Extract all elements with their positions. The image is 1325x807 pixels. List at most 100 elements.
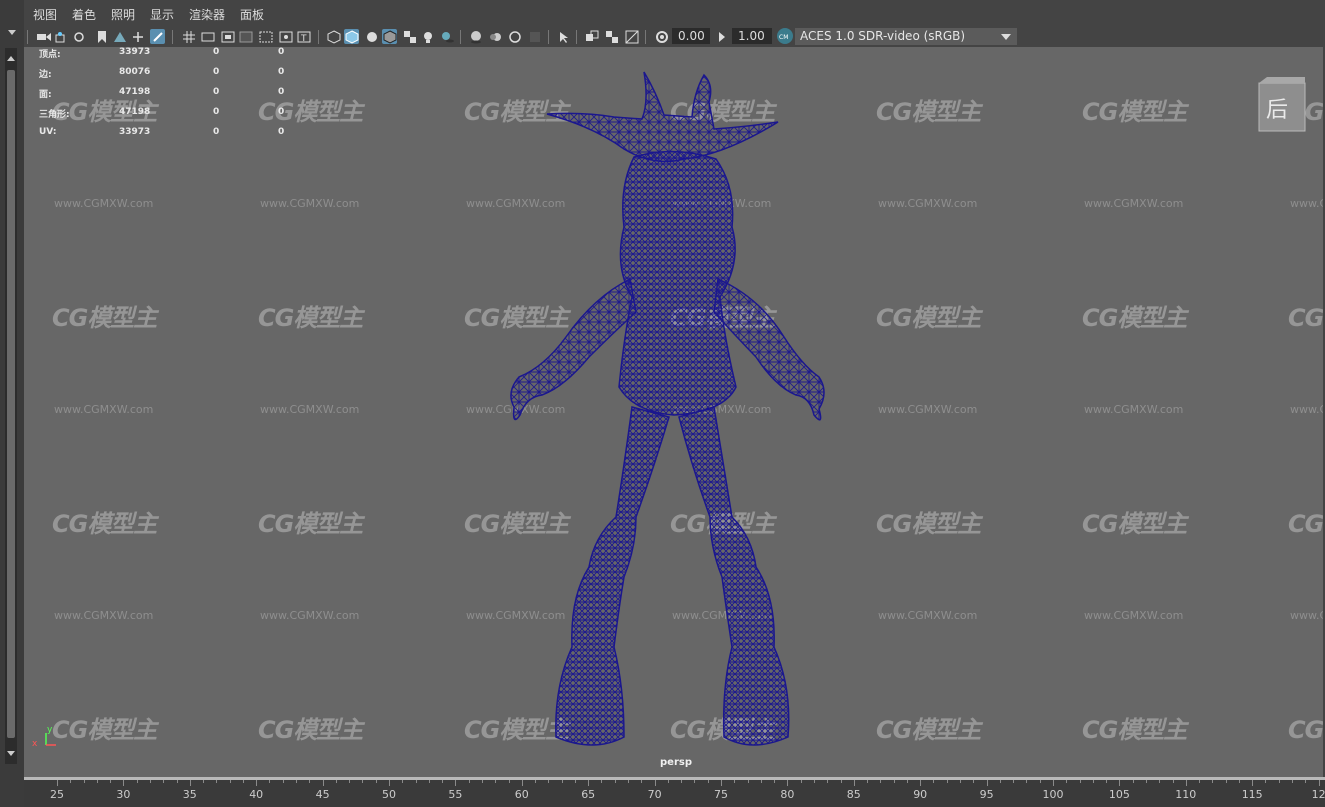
menu-panels[interactable]: 面板: [240, 6, 264, 23]
textured-icon[interactable]: [402, 29, 417, 44]
ruler-tick: [322, 780, 324, 786]
ruler-tick: [110, 780, 112, 783]
safe-action-icon[interactable]: [278, 29, 293, 44]
resolution-gate-icon[interactable]: [220, 29, 235, 44]
shaded-wireframe-icon[interactable]: [382, 29, 397, 44]
axis-x-label: x: [32, 739, 38, 749]
ruler-tick: [415, 780, 417, 783]
safe-title-icon[interactable]: T: [296, 29, 311, 44]
depth-of-field-icon[interactable]: [527, 29, 542, 44]
ruler-tick: [960, 780, 962, 783]
axis-y-label: y: [47, 725, 53, 735]
shadows-icon[interactable]: [440, 29, 455, 44]
gate-mask-icon[interactable]: [238, 29, 253, 44]
ruler-frame-number: 70: [647, 788, 662, 801]
ruler-tick: [707, 780, 709, 783]
ruler-tick: [946, 780, 948, 783]
ruler-tick: [216, 780, 218, 783]
ruler-frame-number: 45: [315, 788, 330, 801]
ruler-tick: [760, 780, 762, 783]
exposure-icon[interactable]: [654, 29, 669, 44]
ruler-tick: [548, 780, 550, 783]
xray-icon[interactable]: [584, 29, 599, 44]
ruler-tick: [973, 780, 975, 783]
toolbar-separator: [548, 30, 549, 44]
ruler-tick: [163, 780, 165, 783]
isolate-select-icon[interactable]: [556, 29, 571, 44]
motion-blur-icon[interactable]: [488, 29, 503, 44]
ruler-tick: [402, 780, 404, 783]
toolbar-separator: [460, 30, 461, 44]
perspective-viewport[interactable]: CG模型主 CG模型主 CG模型主 CG模型主 CG模型主 CG模型主 CG模型主 CG模型主…: [24, 47, 1323, 779]
color-management-icon[interactable]: CM: [777, 28, 793, 44]
menu-shading[interactable]: 着色: [72, 6, 96, 23]
color-space-dropdown[interactable]: ACES 1.0 SDR-video (sRGB): [795, 28, 1017, 45]
ruler-tick: [1159, 780, 1161, 783]
ruler-tick: [1026, 780, 1028, 783]
ruler-tick: [309, 780, 311, 783]
xray-joints-icon[interactable]: [604, 29, 619, 44]
anti-aliasing-icon[interactable]: [507, 29, 522, 44]
scrollbar-thumb[interactable]: [7, 70, 15, 738]
menu-view[interactable]: 视图: [33, 6, 57, 23]
svg-text:T: T: [300, 34, 307, 43]
smooth-shade-icon[interactable]: [344, 29, 359, 44]
ruler-tick: [70, 780, 72, 783]
wireframe-icon[interactable]: [326, 29, 341, 44]
ruler-tick: [628, 780, 630, 783]
menu-renderer[interactable]: 渲染器: [189, 6, 225, 23]
chevron-down-icon: [1001, 34, 1011, 40]
ruler-tick: [389, 780, 390, 786]
use-lights-icon[interactable]: [420, 29, 435, 44]
toolbar-separator: [318, 30, 319, 44]
time-slider-ruler[interactable]: 25 30 35 40 45 50 55 60 65 70 75 80 85 90 95 100 105 110 1…: [24, 780, 1325, 807]
field-chart-icon[interactable]: [258, 29, 273, 44]
ruler-tick: [561, 780, 563, 783]
ruler-frame-number: 95: [979, 788, 994, 801]
character-wireframe-mesh[interactable]: [24, 47, 1323, 779]
ruler-tick: [853, 780, 855, 786]
ruler-frame-number: 80: [780, 788, 795, 801]
view-cube[interactable]: 后: [1257, 77, 1307, 133]
scroll-up-arrow-icon[interactable]: [7, 56, 15, 61]
exposure-field[interactable]: 0.00: [672, 28, 710, 44]
left-scrollbar[interactable]: [5, 48, 17, 764]
grid-icon[interactable]: [181, 29, 196, 44]
ruler-tick: [906, 780, 908, 783]
screen-space-ao-icon[interactable]: [468, 29, 483, 44]
ruler-frame-number: 110: [1175, 788, 1197, 801]
camera-attributes-icon[interactable]: [54, 29, 69, 44]
ruler-frame-number: 12: [1311, 788, 1325, 801]
toolbar-separator: [645, 30, 646, 44]
film-gate-icon[interactable]: [200, 29, 215, 44]
xray-active-icon[interactable]: [624, 29, 639, 44]
color-space-value: ACES 1.0 SDR-video (sRGB): [800, 29, 966, 43]
ruler-tick: [774, 780, 776, 783]
strip-collapse-arrow-icon[interactable]: [8, 30, 16, 35]
camera-lock-icon[interactable]: [72, 29, 87, 44]
ruler-tick: [1252, 780, 1254, 786]
bookmark-icon[interactable]: [94, 29, 109, 44]
2d-pan-icon[interactable]: [130, 29, 145, 44]
toolbar-separator: [172, 30, 173, 44]
ruler-tick: [535, 780, 537, 783]
grease-pencil-icon[interactable]: [150, 29, 165, 44]
menu-show[interactable]: 显示: [150, 6, 174, 23]
ruler-tick: [149, 780, 151, 783]
ruler-tick: [933, 780, 935, 783]
ruler-tick: [203, 780, 205, 783]
ruler-tick: [282, 780, 284, 783]
ruler-tick: [1278, 780, 1280, 783]
image-plane-icon[interactable]: [112, 29, 127, 44]
ruler-frame-number: 60: [514, 788, 529, 801]
default-material-icon[interactable]: [364, 29, 379, 44]
scroll-down-arrow-icon[interactable]: [7, 751, 15, 756]
ruler-tick: [176, 780, 178, 783]
gamma-icon[interactable]: [715, 29, 730, 44]
menu-lighting[interactable]: 照明: [111, 6, 135, 23]
ruler-tick: [641, 780, 643, 783]
ruler-frame-number: 40: [249, 788, 264, 801]
ruler-tick: [893, 780, 895, 783]
gamma-field[interactable]: 1.00: [732, 28, 772, 44]
select-camera-icon[interactable]: [36, 29, 51, 44]
